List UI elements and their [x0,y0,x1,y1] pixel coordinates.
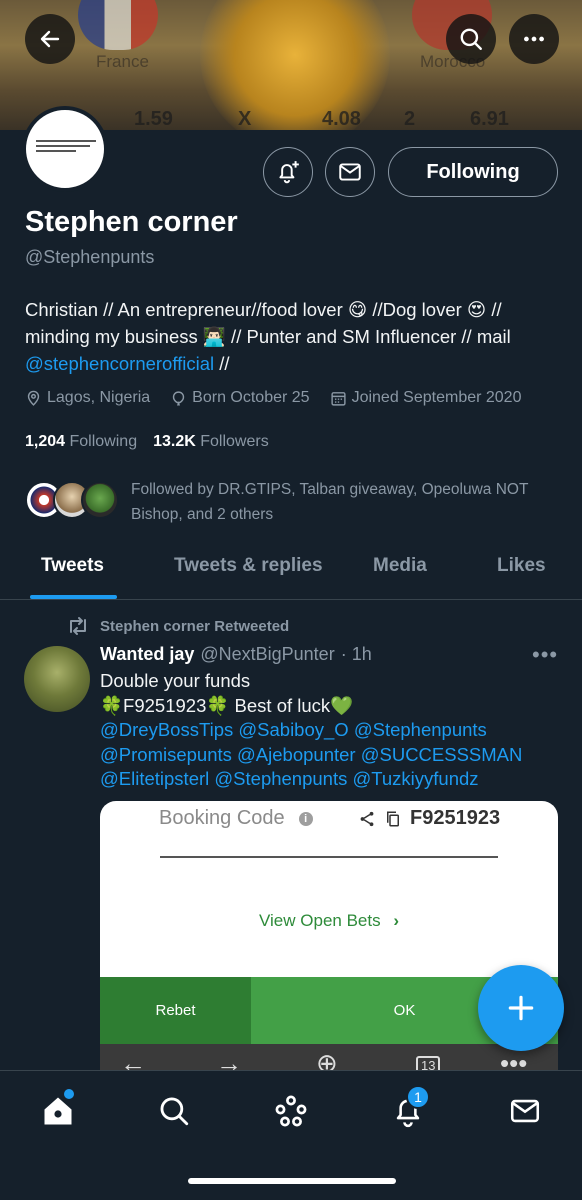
home-indicator [188,1178,396,1184]
message-button[interactable] [325,147,375,197]
followed-by-row[interactable]: Followed by DR.GTIPS, Talban giveaway, O… [25,477,531,527]
share-icon [360,811,374,826]
chevron-right-icon: › [393,911,399,930]
notification-badge: 1 [406,1085,430,1109]
profile-bio: Christian // An entrepreneur//food lover… [25,296,565,377]
divider [160,856,498,858]
bio-line-2: minding my business 👨🏻‍💻 // Punter and S… [25,326,511,347]
booking-code-label: Booking Code i [159,807,313,830]
booking-label-text: Booking Code [159,807,285,829]
home-dot [64,1089,74,1099]
banner-odd: 1.59 [134,108,173,130]
arrow-left-icon [40,30,60,48]
bell-plus-icon [279,161,299,184]
tweet-username[interactable]: @NextBigPunter [200,644,334,665]
active-tab-indicator [30,595,117,599]
info-icon: i [298,811,313,826]
calendar-icon [330,391,346,406]
tweet-author-avatar[interactable] [24,646,90,712]
joined-item: Joined September 2020 [330,389,522,407]
profile-stats: 1,204 Following 13.2K Followers [25,433,269,451]
trophy-glow [200,0,390,130]
location-pin-icon [27,390,40,406]
balloon-icon [173,390,185,405]
messages-icon [510,1099,540,1123]
banner-odd: X [238,108,252,130]
search-icon [460,28,482,50]
more-button[interactable] [509,14,559,64]
booking-code-text: F9251923 [410,807,501,829]
location-text: Lagos, Nigeria [47,389,151,406]
following-label: Following [69,433,138,450]
bio-line-1: Christian // An entrepreneur//food lover… [25,299,502,320]
tweet-text: Double your funds 🍀F9251923🍀 Best of luc… [100,669,540,792]
tweet-more-icon[interactable]: ••• [532,642,558,668]
tweet-display-name[interactable]: Wanted jay [100,644,194,665]
open-bets-text: View Open Bets [259,911,381,930]
profile-avatar[interactable] [22,106,108,192]
followers-stat[interactable]: 13.2K Followers [153,433,269,451]
search-button[interactable] [446,14,496,64]
followers-count: 13.2K [153,433,196,450]
banner-odd: 4.08 [322,108,361,130]
notify-button[interactable] [263,147,313,197]
plus-icon [508,995,534,1021]
tweet-line-2: 🍀F9251923🍀 Best of luck💚 [100,694,354,716]
search-icon [160,1097,189,1126]
retweet-icon [70,617,86,635]
following-stat[interactable]: 1,204 Following [25,433,137,451]
banner-flag-left [78,0,158,50]
booking-code-value: F9251923 [358,807,500,830]
nav-home[interactable] [38,1089,78,1131]
copy-icon [387,811,399,826]
profile-banner[interactable]: France Morocco 1.59 X 4.08 2 6.91 [0,0,582,130]
bio-tail: // [214,353,230,374]
profile-handle: @Stephenpunts [25,247,155,267]
rebet-label: Rebet [100,977,251,1044]
compose-tweet-button[interactable] [478,965,564,1051]
more-icon [524,36,544,42]
profile-meta: Lagos, Nigeria Born October 25 Joined Se… [25,389,521,407]
banner-odd: 6.91 [470,108,509,130]
tweet-line-1: Double your funds [100,670,251,691]
following-count: 1,204 [25,433,66,450]
tab-tweets[interactable]: Tweets [41,555,104,577]
banner-odd: 2 [404,108,416,130]
follower-avatar [81,481,119,519]
banner-left-team: France [96,52,149,71]
profile-tabs: Tweets Tweets & replies Media Likes [0,545,582,600]
birthday-text: Born October 25 [192,389,310,406]
retweet-label: Stephen corner Retweeted [66,616,289,636]
birthday-item: Born October 25 [170,389,310,407]
retweet-text: Stephen corner Retweeted [100,617,290,635]
tweet-media-image[interactable]: Booking Code i F9251923 View Open Bets ›… [100,801,558,1081]
following-button[interactable]: Following [388,147,558,197]
tweet-header: Wanted jay @NextBigPunter · 1h [100,644,372,665]
follower-avatars [25,477,125,523]
tweet-time: · 1h [340,644,372,664]
tab-tweets-replies[interactable]: Tweets & replies [174,555,323,577]
followed-by-text: Followed by DR.GTIPS, Talban giveaway, O… [131,481,529,523]
spaces-icon [275,1095,307,1127]
joined-text: Joined September 2020 [351,389,522,406]
tab-likes[interactable]: Likes [497,555,546,577]
nav-spaces[interactable] [271,1091,311,1131]
tweet-mentions[interactable]: @DreyBossTips @Sabiboy_O @Stephenpunts @… [100,718,540,792]
location-item: Lagos, Nigeria [25,389,150,407]
bio-mention-link[interactable]: @stephencornerofficial [25,353,214,374]
view-open-bets: View Open Bets › [100,911,558,931]
nav-messages[interactable] [505,1091,545,1131]
nav-search[interactable] [154,1091,194,1131]
profile-name: Stephen corner [25,206,238,238]
nav-notifications[interactable]: 1 [388,1085,430,1131]
followers-label: Followers [200,433,269,450]
back-button[interactable] [25,14,75,64]
tab-media[interactable]: Media [373,555,427,577]
envelope-icon [339,163,361,181]
avatar-text-image [36,140,100,155]
